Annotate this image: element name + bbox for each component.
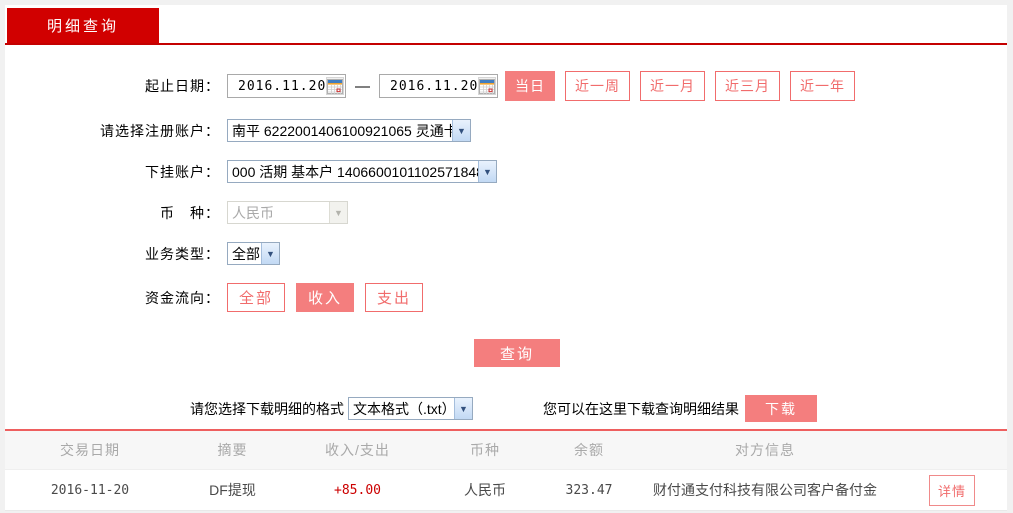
tab-bar: 明细查询 bbox=[5, 5, 1007, 43]
sub-account-label: 下挂账户： bbox=[145, 163, 220, 180]
date-range-label: 起止日期： bbox=[145, 78, 220, 94]
fund-flow-buttons: 全部 收入 支出 bbox=[227, 283, 434, 312]
table-header-row: 交易日期 摘要 收入/支出 币种 余额 对方信息 bbox=[5, 431, 1007, 470]
cell-action: 详情 bbox=[897, 474, 1007, 506]
chevron-down-icon: ▼ bbox=[478, 161, 496, 182]
business-type-label: 业务类型： bbox=[145, 245, 220, 262]
quick-range-buttons: 当日 近一周 近一月 近三月 近一年 bbox=[505, 71, 865, 101]
header-balance: 余额 bbox=[574, 442, 604, 458]
end-date-value: 2016.11.20 bbox=[390, 78, 479, 94]
currency-row: 币 种： 人民币 ▼ bbox=[5, 201, 1007, 224]
register-account-value: 南平 6222001406100921065 灵通卡 bbox=[232, 122, 452, 139]
header-currency: 币种 bbox=[470, 442, 500, 458]
cell-trade-date: 2016-11-20 bbox=[50, 482, 130, 498]
currency-label: 币 种： bbox=[160, 204, 220, 221]
start-date-calendar-button[interactable] bbox=[326, 77, 345, 95]
sub-account-row: 下挂账户： 000 活期 基本户 1406600101102571848 ▼ bbox=[5, 160, 1007, 183]
quick-range-today-button[interactable]: 当日 bbox=[505, 71, 555, 101]
business-type-select[interactable]: 全部 ▼ bbox=[227, 242, 280, 265]
quick-range-year-button[interactable]: 近一年 bbox=[790, 71, 855, 101]
quick-range-3months-button[interactable]: 近三月 bbox=[715, 71, 780, 101]
download-button[interactable]: 下载 bbox=[745, 395, 817, 422]
download-row: 请您选择下载明细的格式 文本格式（.txt） ▼ 您可以在这里下载查询明细结果 … bbox=[5, 395, 1007, 422]
calendar-icon bbox=[327, 78, 344, 94]
chevron-down-icon: ▼ bbox=[261, 243, 279, 264]
detail-button[interactable]: 详情 bbox=[928, 474, 975, 506]
calendar-icon bbox=[479, 78, 496, 94]
cell-counterparty: 财付通支付科技有限公司客户备付金 bbox=[653, 482, 877, 498]
header-income-expense: 收入/支出 bbox=[325, 442, 390, 458]
start-date-value: 2016.11.20 bbox=[238, 78, 327, 94]
fund-flow-income-button[interactable]: 收入 bbox=[296, 283, 355, 312]
date-range-row: 起止日期： 2016.11.20 — 2016.11.20 当日 近一周 近一月… bbox=[5, 71, 1007, 101]
results-table: 交易日期 摘要 收入/支出 币种 余额 对方信息 2016-11-20 DF提现… bbox=[5, 429, 1007, 511]
cell-currency: 人民币 bbox=[464, 482, 506, 498]
end-date-calendar-button[interactable] bbox=[478, 77, 497, 95]
header-summary: 摘要 bbox=[217, 442, 248, 458]
quick-range-week-button[interactable]: 近一周 bbox=[565, 71, 630, 101]
fund-flow-all-button[interactable]: 全部 bbox=[227, 283, 286, 312]
register-account-label: 请选择注册账户： bbox=[100, 122, 220, 139]
fund-flow-row: 资金流向： 全部 收入 支出 bbox=[5, 283, 1007, 312]
query-button-row: 查询 bbox=[27, 339, 1007, 367]
sub-account-select[interactable]: 000 活期 基本户 1406600101102571848 ▼ bbox=[227, 160, 497, 183]
cell-summary: DF提现 bbox=[209, 482, 256, 498]
download-hint-text: 您可以在这里下载查询明细结果 bbox=[543, 400, 739, 417]
chevron-down-icon: ▼ bbox=[452, 120, 470, 141]
table-row: 2016-11-20 DF提现 +85.00 人民币 323.47 财付通支付科… bbox=[5, 470, 1007, 511]
query-form: 起止日期： 2016.11.20 — 2016.11.20 当日 近一周 近一月… bbox=[5, 45, 1007, 422]
currency-select: 人民币 ▼ bbox=[227, 201, 348, 224]
fund-flow-label: 资金流向： bbox=[145, 289, 220, 306]
download-format-select[interactable]: 文本格式（.txt） ▼ bbox=[348, 397, 473, 420]
tab-detail-query-label: 明细查询 bbox=[46, 18, 119, 35]
register-account-select[interactable]: 南平 6222001406100921065 灵通卡 ▼ bbox=[227, 119, 471, 142]
register-account-row: 请选择注册账户： 南平 6222001406100921065 灵通卡 ▼ bbox=[5, 119, 1007, 142]
download-format-value: 文本格式（.txt） bbox=[353, 400, 454, 417]
date-range-separator: — bbox=[355, 77, 370, 95]
content-panel: 明细查询 起止日期： 2016.11.20 — 2016.11.20 当日 近一… bbox=[5, 5, 1007, 511]
quick-range-month-button[interactable]: 近一月 bbox=[640, 71, 705, 101]
download-format-label: 请您选择下载明细的格式 bbox=[190, 400, 344, 417]
fund-flow-expense-button[interactable]: 支出 bbox=[365, 283, 424, 312]
header-trade-date: 交易日期 bbox=[60, 442, 120, 458]
cell-amount: +85.00 bbox=[334, 482, 381, 498]
business-type-value: 全部 bbox=[232, 245, 260, 262]
cell-balance: 323.47 bbox=[565, 482, 613, 498]
start-date-input[interactable]: 2016.11.20 bbox=[227, 74, 346, 98]
query-button[interactable]: 查询 bbox=[474, 339, 560, 367]
sub-account-value: 000 活期 基本户 1406600101102571848 bbox=[232, 163, 478, 180]
header-counterparty: 对方信息 bbox=[735, 442, 795, 458]
end-date-input[interactable]: 2016.11.20 bbox=[379, 74, 498, 98]
business-type-row: 业务类型： 全部 ▼ bbox=[5, 242, 1007, 265]
tab-detail-query[interactable]: 明细查询 bbox=[7, 8, 159, 43]
chevron-down-icon: ▼ bbox=[454, 398, 472, 419]
currency-value: 人民币 bbox=[232, 204, 274, 221]
chevron-down-icon: ▼ bbox=[329, 202, 347, 223]
